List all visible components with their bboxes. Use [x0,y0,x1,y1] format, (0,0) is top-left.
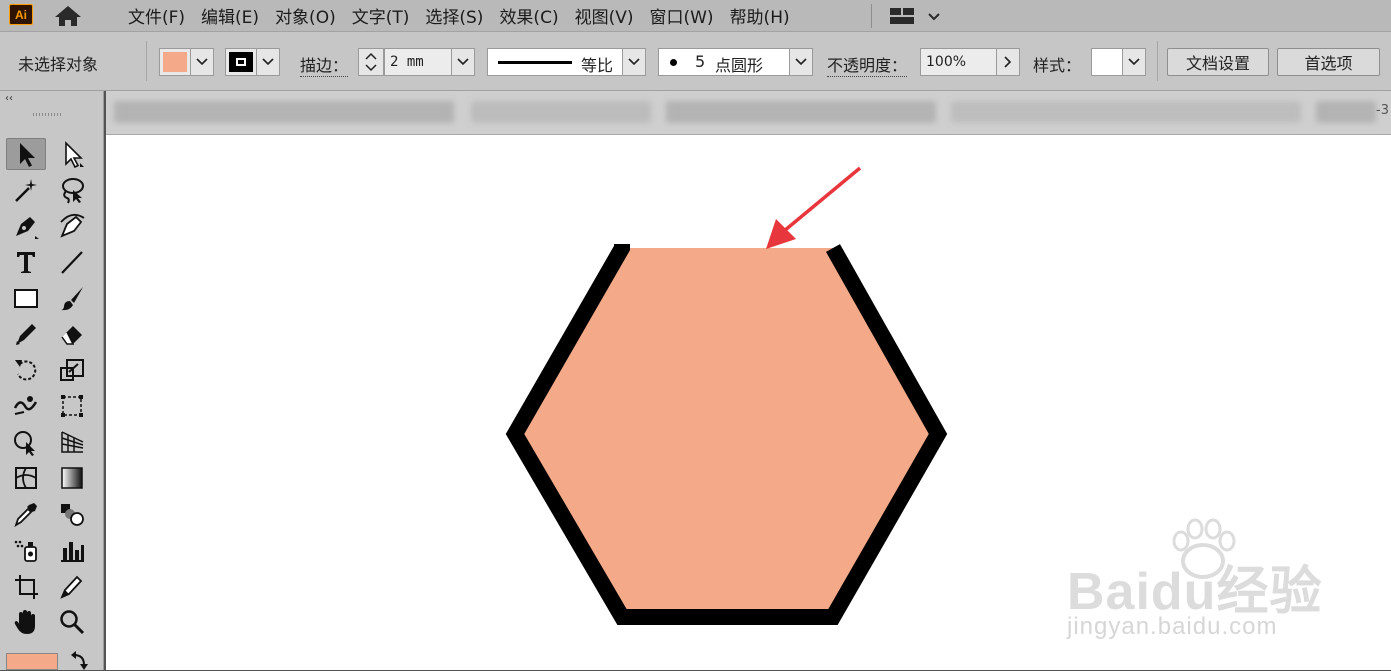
gradient-tool-icon[interactable] [52,462,92,494]
mesh-tool-icon[interactable] [6,462,46,494]
control-bar: 未选择对象 描边： 2 mm 等比 5 点圆形 不透明度： 100% 样式： 文… [0,32,1391,91]
eyedropper-tool-icon[interactable] [6,498,46,530]
opacity-expand-button[interactable] [996,48,1020,76]
brush-label: 点圆形 [715,56,764,75]
workspace-switcher-icon[interactable] [889,6,943,26]
swap-fill-stroke-icon[interactable] [68,651,92,671]
preferences-button[interactable]: 首选项 [1277,48,1380,76]
stroke-label[interactable]: 描边： [300,52,349,77]
direct-selection-tool-icon[interactable] [52,138,92,170]
style-label: 样式： [1033,56,1082,75]
profile-dropdown[interactable] [622,48,646,76]
perspective-grid-tool-icon[interactable] [52,426,92,458]
fill-color-swatch[interactable] [159,48,191,76]
type-tool-icon[interactable] [6,246,46,278]
home-icon[interactable] [53,4,83,28]
chevron-down-icon [262,58,274,66]
shape-builder-tool-icon[interactable] [6,426,46,458]
chevron-right-icon [1004,56,1012,68]
stepper-arrows-icon [365,52,377,72]
chevron-down-icon [628,58,640,66]
profile-label: 等比 [581,56,614,75]
document-tab-blurred[interactable] [951,101,1301,123]
curvature-tool-icon[interactable] [52,210,92,242]
menu-items: 文件(F) 编辑(E) 对象(O) 文字(T) 选择(S) 效果(C) 视图(V… [122,0,800,31]
warp-tool-icon[interactable] [6,390,46,422]
chevron-down-icon [795,58,807,66]
menu-help[interactable]: 帮助(H) [724,3,796,28]
column-graph-tool-icon[interactable] [52,534,92,566]
stroke-color-swatch[interactable] [225,48,257,76]
chevron-down-icon [457,58,469,66]
stroke-dropdown-button[interactable] [256,48,280,76]
artboard-canvas[interactable]: Baidu经验 jingyan.baidu.com [106,135,1391,670]
chevron-down-icon [1128,58,1140,66]
hexagon-shape[interactable] [515,248,938,617]
menu-file[interactable]: 文件(F) [122,3,191,28]
selection-tool-icon[interactable] [6,138,46,170]
magic-wand-tool-icon[interactable] [6,174,46,206]
hand-tool-icon[interactable] [6,606,46,638]
shaper-tool-icon[interactable] [6,318,46,350]
divider [1157,41,1158,81]
menu-type[interactable]: 文字(T) [346,3,416,28]
document-tab-bar: -3 [106,91,1391,135]
variable-width-profile[interactable]: 等比 [487,48,623,76]
menu-divider [871,4,872,28]
watermark-url: jingyan.baidu.com [1067,613,1278,640]
tab-overflow-mark: -3 [1376,103,1389,118]
graphic-style-swatch[interactable] [1091,48,1123,76]
annotation-arrow [766,166,862,249]
menu-bar: Ai 文件(F) 编辑(E) 对象(O) 文字(T) 选择(S) 效果(C) 视… [0,0,1391,32]
menu-edit[interactable]: 编辑(E) [195,3,265,28]
blend-tool-icon[interactable] [52,498,92,530]
rotate-tool-icon[interactable] [6,354,46,386]
collapse-panel-icon[interactable]: ‹‹ [5,93,13,104]
divider [146,41,147,81]
line-segment-tool-icon[interactable] [52,246,92,278]
document-tab-blurred[interactable] [666,101,936,123]
zoom-tool-icon[interactable] [52,606,92,638]
chevron-down-icon [196,58,208,66]
lasso-tool-icon[interactable] [52,174,92,206]
document-tab-blurred[interactable] [1316,101,1376,123]
document-tab-blurred[interactable] [114,101,454,123]
brush-dropdown[interactable] [789,48,813,76]
symbol-sprayer-tool-icon[interactable] [6,534,46,566]
document-setup-button[interactable]: 文档设置 [1167,48,1269,76]
document-tab-blurred[interactable] [471,101,651,123]
menu-view[interactable]: 视图(V) [569,3,640,28]
free-transform-tool-icon[interactable] [52,390,92,422]
opacity-input[interactable]: 100% [920,48,997,76]
brush-definition[interactable]: 5 点圆形 [658,48,790,76]
baidu-watermark: Baidu经验 jingyan.baidu.com [1067,518,1337,641]
tools-panel: ‹‹ [0,91,104,670]
slice-tool-icon[interactable] [52,570,92,602]
selection-status: 未选择对象 [18,55,99,74]
fill-dropdown-button[interactable] [190,48,214,76]
scale-tool-icon[interactable] [52,354,92,386]
paintbrush-tool-icon[interactable] [52,282,92,314]
menu-effect[interactable]: 效果(C) [493,3,564,28]
pen-tool-icon[interactable] [6,210,46,242]
menu-select[interactable]: 选择(S) [419,3,489,28]
panel-grip[interactable] [33,113,63,116]
menu-window[interactable]: 窗口(W) [643,3,719,28]
rectangle-tool-icon[interactable] [6,282,46,314]
illustrator-logo-icon: Ai [9,4,33,25]
artboard-tool-icon[interactable] [6,570,46,602]
fill-stroke-swatch[interactable] [6,653,58,670]
stroke-weight-dropdown[interactable] [451,48,475,76]
opacity-label[interactable]: 不透明度： [827,52,908,77]
style-dropdown[interactable] [1122,48,1146,76]
menu-object[interactable]: 对象(O) [269,3,342,28]
stroke-weight-input[interactable]: 2 mm [384,48,452,76]
brush-size: 5 [695,52,706,71]
stroke-weight-stepper[interactable] [358,48,384,76]
eraser-tool-icon[interactable] [52,318,92,350]
